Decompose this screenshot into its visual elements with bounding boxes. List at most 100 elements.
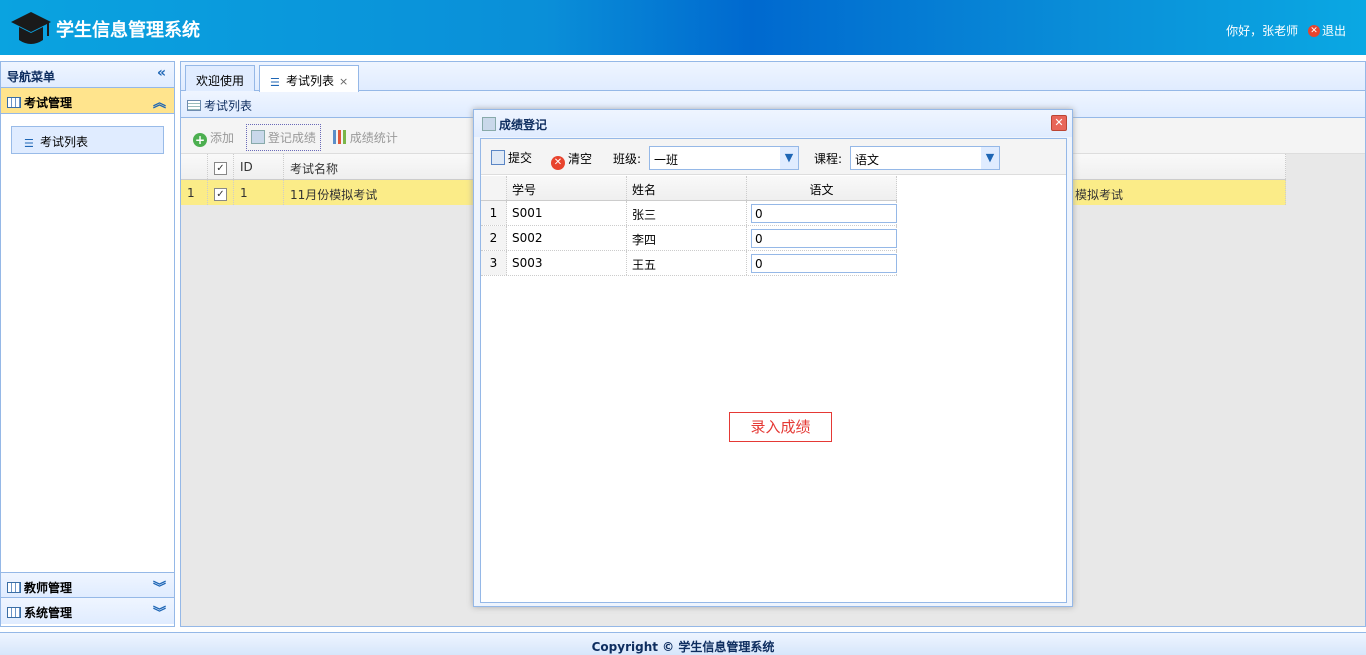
add-button[interactable]: + 添加 [189, 125, 238, 151]
score-stats-button[interactable]: 成绩统计 [329, 125, 402, 150]
tab-label: 欢迎使用 [196, 74, 245, 88]
column-header-chinese[interactable]: 语文 [747, 176, 897, 200]
register-score-button[interactable]: 登记成绩 [245, 124, 321, 151]
tab-label: 考试列表 [286, 74, 335, 88]
score-grid-header: 学号 姓名 语文 [481, 176, 897, 201]
sidebar: 导航菜单 « 考试管理 ︽ ☰ 考试列表 教师管理 ︾ 系统管理 ︾ [0, 61, 175, 627]
dialog-toolbar: 提交 ✕ 清空 班级: 一班 ▼ 课程: 语文 ▼ [481, 139, 1066, 175]
course-label: 课程: [814, 152, 843, 166]
accordion-exam-management[interactable]: 考试管理 ︽ [1, 88, 174, 114]
logout-link[interactable]: 退出 [1322, 24, 1346, 38]
dialog-body: 提交 ✕ 清空 班级: 一班 ▼ 课程: 语文 ▼ 学号 姓名 语文 1 S001… [480, 138, 1067, 603]
score-input[interactable] [751, 204, 897, 223]
logout-icon[interactable]: ✕ [1307, 24, 1320, 37]
stats-label: 成绩统计 [349, 131, 398, 145]
chevron-up-icon[interactable]: ︽ [153, 92, 166, 111]
table-icon [7, 582, 21, 593]
score-row[interactable]: 3 S003 王五 [481, 251, 897, 276]
row-number: 2 [481, 226, 507, 250]
course-select-value: 语文 [855, 153, 880, 167]
chevron-down-icon[interactable]: ︾ [153, 602, 166, 621]
chevron-down-icon[interactable]: ▼ [780, 147, 798, 169]
add-label: 添加 [210, 131, 235, 145]
clear-button[interactable]: ✕ 清空 [551, 150, 592, 170]
row-number: 1 [181, 180, 208, 205]
row-student-id: S003 [507, 251, 627, 275]
column-header-student-id[interactable]: 学号 [507, 176, 627, 200]
table-icon [7, 97, 21, 108]
sidebar-item-exam-list[interactable]: ☰ 考试列表 [11, 126, 164, 154]
score-row[interactable]: 1 S001 张三 [481, 201, 897, 226]
graduation-cap-icon [11, 12, 51, 44]
score-cell [747, 201, 897, 225]
rownum-header [481, 176, 507, 200]
row-name-overflow: 模拟考试 [1069, 180, 1286, 205]
submit-icon [491, 150, 505, 165]
accordion-label: 系统管理 [24, 606, 73, 620]
row-student-name: 李四 [627, 226, 747, 250]
score-register-dialog: 成绩登记 ✕ 提交 ✕ 清空 班级: 一班 ▼ 课程: 语文 ▼ 学号 姓名 语文… [473, 109, 1073, 607]
clear-icon: ✕ [551, 156, 565, 170]
panel-title-text: 考试列表 [204, 99, 253, 113]
row-checkbox[interactable]: ✓ [208, 180, 234, 205]
row-student-id: S001 [507, 201, 627, 225]
rownum-header [181, 154, 208, 179]
greeting-text: 你好，张老师 [1226, 24, 1299, 38]
accordion-body: ☰ 考试列表 [1, 114, 174, 572]
enter-scores-button[interactable]: 录入成绩 [729, 412, 832, 442]
bar-chart-icon [332, 130, 347, 144]
edit-icon [250, 130, 265, 144]
submit-label: 提交 [508, 151, 533, 165]
column-header-student-name[interactable]: 姓名 [627, 176, 747, 200]
tab-bar: 欢迎使用 ☰ 考试列表 × [181, 62, 1365, 92]
app-header: 学生信息管理系统 你好，张老师 ✕ 退出 [0, 0, 1366, 55]
row-id: 1 [234, 180, 284, 205]
accordion-label: 教师管理 [24, 581, 73, 595]
chevron-down-icon[interactable]: ︾ [153, 577, 166, 596]
checkbox-icon[interactable]: ✓ [214, 162, 227, 175]
chevron-down-icon[interactable]: ▼ [981, 147, 999, 169]
user-area: 你好，张老师 ✕ 退出 [1226, 22, 1346, 39]
tab-welcome[interactable]: 欢迎使用 [185, 65, 256, 91]
class-select-value: 一班 [654, 153, 679, 167]
tab-exam-list[interactable]: ☰ 考试列表 × [259, 65, 360, 92]
score-input[interactable] [751, 254, 897, 273]
footer: Copyright © 学生信息管理系统 [0, 632, 1366, 655]
close-icon[interactable]: ✕ [1051, 115, 1067, 131]
accordion-system-management[interactable]: 系统管理 ︾ [1, 598, 174, 624]
row-number: 3 [481, 251, 507, 275]
clear-label: 清空 [568, 152, 593, 166]
register-label: 登记成绩 [267, 131, 316, 145]
accordion-teacher-management[interactable]: 教师管理 ︾ [1, 572, 174, 598]
sidebar-item-label: 考试列表 [40, 135, 89, 149]
table-icon [7, 607, 21, 618]
close-icon[interactable]: × [339, 75, 348, 88]
list-icon: ☰ [24, 137, 34, 150]
score-row[interactable]: 2 S002 李四 [481, 226, 897, 251]
score-input[interactable] [751, 229, 897, 248]
edit-icon [482, 117, 496, 131]
panel-icon [187, 100, 201, 111]
checkbox-icon[interactable]: ✓ [214, 188, 227, 201]
dialog-title: 成绩登记 [499, 118, 548, 132]
select-all-checkbox[interactable]: ✓ [208, 154, 234, 179]
row-student-id: S002 [507, 226, 627, 250]
score-cell [747, 251, 897, 275]
class-label: 班级: [613, 152, 642, 166]
class-select[interactable]: 一班 ▼ [649, 146, 799, 170]
submit-button[interactable]: 提交 [491, 149, 532, 166]
row-student-name: 王五 [627, 251, 747, 275]
plus-icon: + [193, 133, 207, 147]
accordion-label: 考试管理 [24, 96, 73, 110]
score-cell [747, 226, 897, 250]
row-student-name: 张三 [627, 201, 747, 225]
column-header-id[interactable]: ID [234, 154, 284, 179]
sidebar-title: 导航菜单 « [1, 62, 174, 88]
course-select[interactable]: 语文 ▼ [850, 146, 1000, 170]
double-chevron-left-icon[interactable]: « [157, 65, 166, 81]
sidebar-title-text: 导航菜单 [7, 70, 56, 84]
row-number: 1 [481, 201, 507, 225]
app-title: 学生信息管理系统 [56, 20, 200, 41]
dialog-header: 成绩登记 ✕ [474, 110, 1072, 137]
list-icon: ☰ [270, 76, 280, 89]
